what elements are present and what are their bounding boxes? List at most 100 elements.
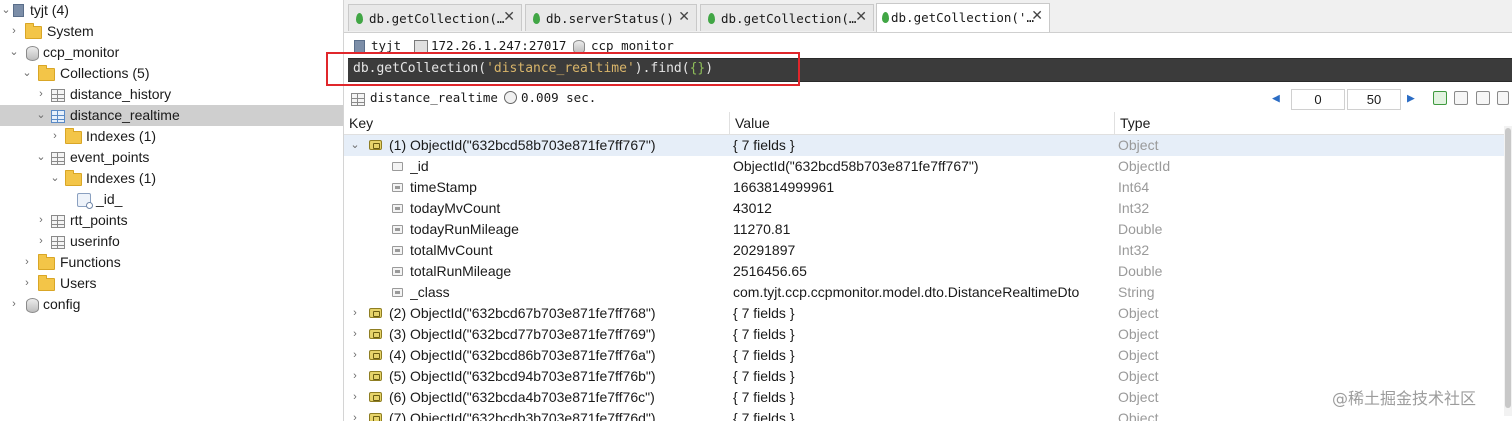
key-cell: _class [410,284,450,300]
chevron-down-icon[interactable]: ⌄ [36,105,46,126]
table-row[interactable]: › (2) ObjectId("632bcd67b703e871fe7ff768… [344,303,1504,324]
tree-folder-collections[interactable]: ⌄ Collections (5) [0,63,343,84]
key-cell: todayMvCount [410,200,501,216]
close-icon[interactable]: ✕ [1031,8,1043,24]
expand-view-icon[interactable] [1497,91,1509,105]
tree-index-id[interactable]: _id_ [0,189,343,210]
field-icon [392,246,403,255]
document-icon [369,392,382,402]
table-row[interactable]: totalMvCount 20291897 Int32 [344,240,1504,261]
tree-collection-event-points[interactable]: ⌄ event_points [0,147,343,168]
document-icon [369,329,382,339]
chevron-right-icon[interactable]: › [350,366,360,387]
chevron-down-icon[interactable]: ⌄ [36,147,46,168]
tree-collection-userinfo[interactable]: › userinfo [0,231,343,252]
tree-folder-indexes-distance-realtime[interactable]: › Indexes (1) [0,126,343,147]
type-cell: Int32 [1118,242,1150,258]
scrollbar-thumb[interactable] [1505,128,1511,408]
close-icon[interactable]: ✕ [503,9,515,25]
mongodb-leaf-icon [882,12,889,23]
value-cell: 43012 [733,200,772,216]
table-row[interactable]: › (3) ObjectId("632bcd77b703e871fe7ff769… [344,324,1504,345]
tree-folder-indexes-event-points[interactable]: ⌄ Indexes (1) [0,168,343,189]
table-row[interactable]: _id ObjectId("632bcd58b703e871fe7ff767")… [344,156,1504,177]
tree-db-ccp-monitor[interactable]: ⌄ ccp_monitor [0,42,343,63]
table-row[interactable]: › (4) ObjectId("632bcd86b703e871fe7ff76a… [344,345,1504,366]
type-cell: Object [1118,326,1159,342]
tab-query-3[interactable]: db.getCollection(… ✕ [700,4,874,31]
field-icon [392,162,403,171]
chevron-right-icon[interactable]: › [350,303,360,324]
tree-collection-rtt-points[interactable]: › rtt_points [0,210,343,231]
chevron-right-icon[interactable]: › [22,273,32,294]
table-row[interactable]: _class com.tyjt.ccp.ccpmonitor.model.dto… [344,282,1504,303]
column-header-type[interactable]: Type [1115,112,1504,134]
tree-folder-system[interactable]: › System [0,21,343,42]
tree-label: userinfo [70,233,120,249]
chevron-right-icon[interactable]: › [350,324,360,345]
table-row[interactable]: › (7) ObjectId("632bcdb3b703e871fe7ff76d… [344,408,1504,421]
tree-label: Users [60,275,97,291]
key-cell: timeStamp [410,179,477,195]
limit-input[interactable]: 50 [1347,89,1401,110]
table-row[interactable]: › (5) ObjectId("632bcd94b703e871fe7ff76b… [344,366,1504,387]
close-icon[interactable]: ✕ [855,9,867,25]
type-cell: Double [1118,221,1163,237]
chevron-right-icon[interactable]: › [9,294,19,315]
column-header-value[interactable]: Value [730,112,1115,134]
value-cell: 2516456.65 [733,263,807,279]
table-row[interactable]: todayMvCount 43012 Int32 [344,198,1504,219]
tree-label: Collections (5) [60,65,150,81]
chevron-right-icon[interactable]: › [22,252,32,273]
tree-label: distance_realtime [70,107,180,123]
chevron-right-icon[interactable]: › [36,210,46,231]
chevron-down-icon[interactable]: ⌄ [9,42,19,63]
table-row[interactable]: › (6) ObjectId("632bcda4b703e871fe7ff76c… [344,387,1504,408]
tree-folder-functions[interactable]: › Functions [0,252,343,273]
vertical-scrollbar[interactable] [1504,126,1512,416]
document-icon [369,350,382,360]
tree-collection-distance-history[interactable]: › distance_history [0,84,343,105]
tree-folder-users[interactable]: › Users [0,273,343,294]
table-row[interactable]: ⌄ (1) ObjectId("632bcd58b703e871fe7ff767… [344,135,1504,156]
key-cell: totalRunMileage [410,263,512,279]
table-row[interactable]: todayRunMileage 11270.81 Double [344,219,1504,240]
chevron-right-icon[interactable]: › [350,345,360,366]
chevron-down-icon[interactable]: ⌄ [50,168,60,189]
tab-query-1[interactable]: db.getCollection(… ✕ [348,4,522,31]
chevron-down-icon[interactable]: ⌄ [350,135,360,156]
tree-view-icon[interactable] [1433,91,1447,105]
text-view-icon[interactable] [1476,91,1490,105]
table-view-icon[interactable] [1454,91,1468,105]
chevron-right-icon[interactable]: › [36,84,46,105]
table-row[interactable]: timeStamp 1663814999961 Int64 [344,177,1504,198]
field-icon [392,183,403,192]
tab-query-4-active[interactable]: db.getCollection('… ✕ [876,3,1050,32]
close-icon[interactable]: ✕ [678,9,690,25]
chevron-right-icon[interactable]: › [9,21,19,42]
field-icon [392,204,403,213]
query-text[interactable]: db.getCollection('distance_realtime').fi… [353,61,713,76]
chevron-right-icon[interactable]: › [50,126,60,147]
chevron-right-icon[interactable]: › [350,408,360,421]
previous-page-icon[interactable]: ◀ [1272,91,1280,106]
tree-server-tyjt[interactable]: ⌄ tyjt (4) [0,0,343,21]
chevron-right-icon[interactable]: › [36,231,46,252]
value-cell: { 7 fields } [733,347,795,363]
skip-input[interactable]: 0 [1291,89,1345,110]
tree-collection-distance-realtime[interactable]: ⌄ distance_realtime [0,105,343,126]
value-cell: { 7 fields } [733,326,795,342]
table-row[interactable]: totalRunMileage 2516456.65 Double [344,261,1504,282]
next-page-icon[interactable]: ▶ [1407,91,1415,106]
result-collection: distance_realtime [370,90,498,105]
database-icon [26,298,39,313]
query-editor[interactable]: db.getCollection('distance_realtime').fi… [348,58,1512,82]
type-cell: Double [1118,263,1163,279]
chevron-right-icon[interactable]: › [350,387,360,408]
chevron-down-icon[interactable]: ⌄ [22,63,32,84]
folder-icon [38,254,55,270]
column-header-key[interactable]: Key [344,112,730,134]
tree-db-config[interactable]: › config [0,294,343,315]
chevron-down-icon[interactable]: ⌄ [1,0,11,21]
tab-query-2[interactable]: db.serverStatus() ✕ [525,4,697,31]
